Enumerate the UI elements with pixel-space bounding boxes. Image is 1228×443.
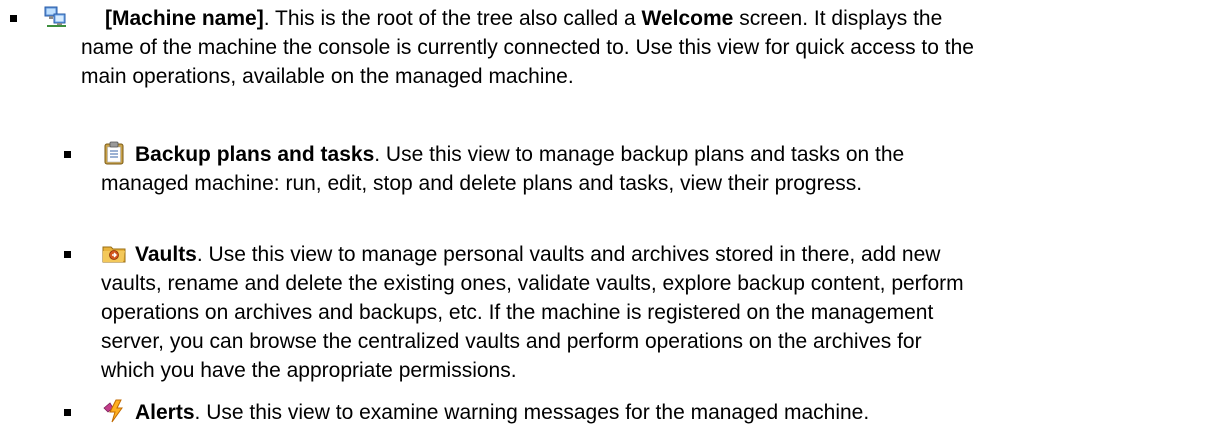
term-backup-plans: Backup plans and tasks	[135, 143, 375, 166]
computer-network-icon	[44, 6, 66, 27]
bullet-marker	[64, 251, 71, 258]
text-line-1: Alerts. Use this view to examine warning…	[135, 401, 870, 424]
bullet-marker	[64, 409, 71, 416]
list-item-text: Backup plans and tasks. Use this view to…	[101, 140, 1228, 198]
list-item-text: Vaults. Use this view to manage personal…	[101, 240, 1228, 385]
text-line-2: managed machine: run, edit, stop and del…	[101, 172, 863, 195]
term-welcome: Welcome	[641, 7, 734, 30]
text-line-3: main operations, available on the manage…	[81, 65, 574, 88]
list-item-text: [Machine name]. This is the root of the …	[81, 4, 1228, 91]
text-line-3: operations on archives and backups, etc.…	[101, 301, 934, 324]
text-line-4: server, you can browse the centralized v…	[101, 330, 922, 353]
term-machine-name: [Machine name]	[105, 7, 264, 30]
text-line-1: [Machine name]. This is the root of the …	[105, 7, 943, 30]
bullet-marker	[64, 151, 71, 158]
bullet-marker	[10, 15, 17, 22]
term-alerts: Alerts	[135, 401, 195, 424]
text-line-2: name of the machine the console is curre…	[81, 36, 974, 59]
text-line-2: vaults, rename and delete the existing o…	[101, 272, 964, 295]
text-line-1: Backup plans and tasks. Use this view to…	[135, 143, 905, 166]
list-item-text: Alerts. Use this view to examine warning…	[101, 398, 1228, 427]
text-line-5: which you have the appropriate permissio…	[101, 359, 517, 382]
term-vaults: Vaults	[135, 243, 197, 266]
text-line-1: Vaults. Use this view to manage personal…	[135, 243, 941, 266]
